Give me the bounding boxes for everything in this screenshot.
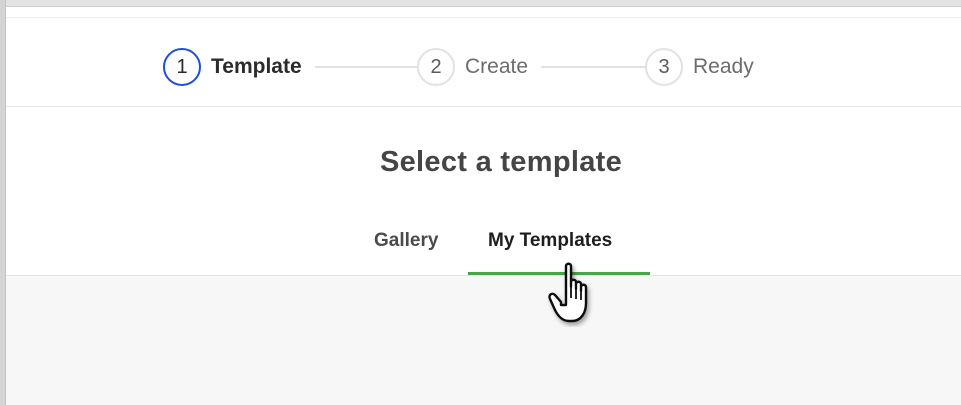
progress-stepper: 1 Template 2 Create 3 Ready [6,18,961,107]
app-window: 1 Template 2 Create 3 Ready Select a tem… [0,0,961,405]
tab-gallery[interactable]: Gallery [374,230,438,252]
step-connector-1 [315,66,417,68]
tab-my-templates[interactable]: My Templates [488,230,612,252]
step-3-label: Ready [693,55,754,78]
step-3-number: 3 [645,48,683,86]
step-2-label: Create [465,55,529,78]
window-top-border [0,0,961,7]
step-2-number: 2 [417,48,455,86]
hand-pointer-icon [548,262,588,323]
page-title: Select a template [379,146,623,178]
templates-content-area [6,276,961,405]
step-1-label: Template [211,55,302,78]
step-connector-2 [541,66,645,68]
step-1-number: 1 [163,48,201,86]
